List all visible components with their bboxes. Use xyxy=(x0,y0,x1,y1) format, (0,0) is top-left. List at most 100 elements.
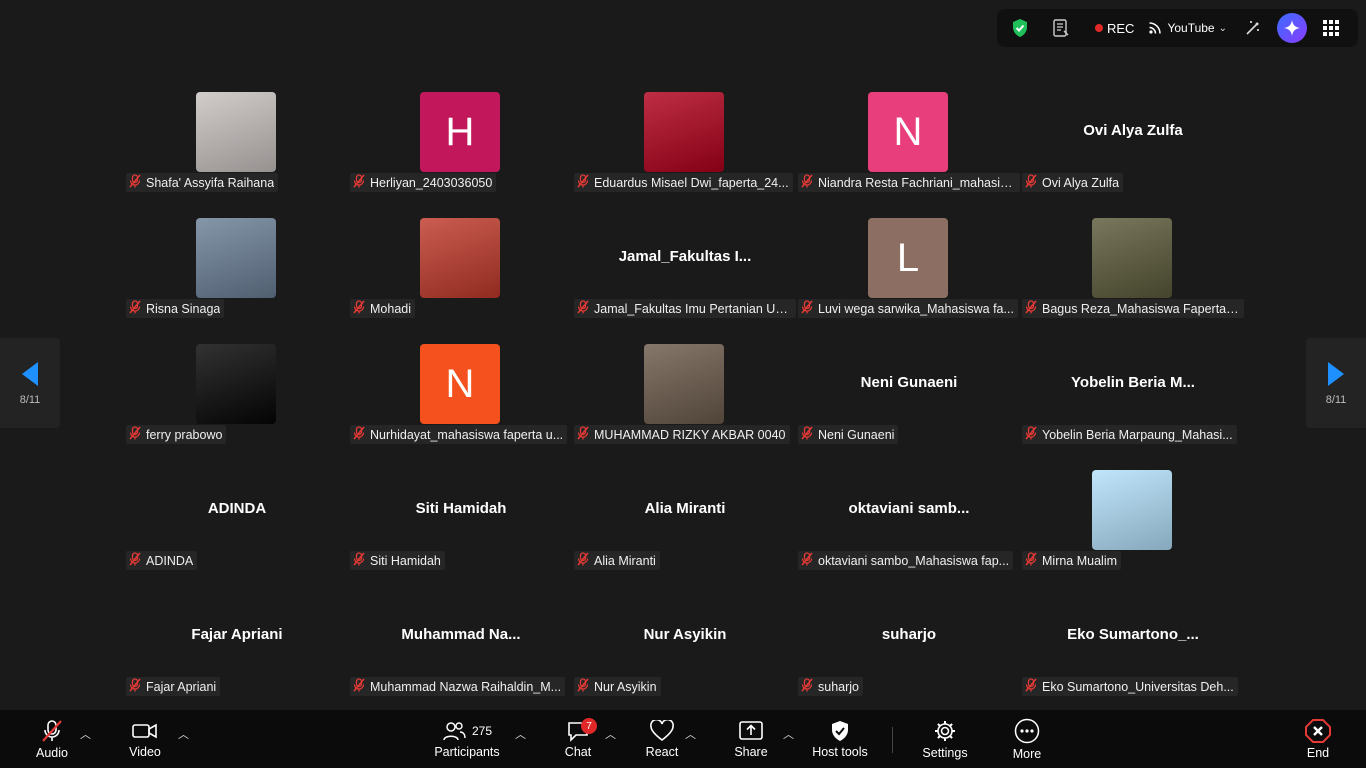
participant-tile[interactable]: Mohadi xyxy=(350,218,572,338)
participant-tile[interactable]: Alia Miranti Alia Miranti xyxy=(574,470,796,590)
participant-name-tag: Yobelin Beria Marpaung_Mahasi... xyxy=(1022,425,1237,444)
participant-tile[interactable]: N Nurhidayat_mahasiswa faperta u... xyxy=(350,344,572,464)
gear-icon xyxy=(935,720,955,741)
participant-name: Herliyan_2403036050 xyxy=(370,175,493,190)
participant-video-thumbnail xyxy=(196,92,276,172)
participant-tile[interactable]: L Luvi wega sarwika_Mahasiswa fa... xyxy=(798,218,1020,338)
end-meeting-button[interactable]: End xyxy=(1300,710,1336,768)
more-label: More xyxy=(1012,746,1042,761)
participant-tile[interactable]: oktaviani samb... oktaviani sambo_Mahasis… xyxy=(798,470,1020,590)
page-indicator: 8/11 xyxy=(19,394,41,406)
participant-tile[interactable]: Siti Hamidah Siti Hamidah xyxy=(350,470,572,590)
participant-name-tag: Eduardus Misael Dwi_faperta_24... xyxy=(574,173,793,192)
participant-video-thumbnail xyxy=(196,344,276,424)
participant-display-name: Ovi Alya Zulfa xyxy=(1083,122,1183,139)
settings-button[interactable]: Settings xyxy=(918,710,972,768)
participants-label: Participants xyxy=(434,744,500,759)
magic-wand-icon[interactable] xyxy=(1241,9,1265,47)
audio-button[interactable]: Audio xyxy=(30,710,74,768)
participant-name: Bagus Reza_Mahasiswa Faperta ... xyxy=(1042,301,1240,316)
participant-display-name: suharjo xyxy=(881,626,937,643)
participant-name: Mirna Mualim xyxy=(1042,553,1118,568)
participant-tile[interactable]: Ovi Alya Zulfa Ovi Alya Zulfa xyxy=(1022,92,1244,212)
participants-button[interactable]: 275 Participants xyxy=(432,710,502,768)
record-dot-icon xyxy=(1095,24,1103,32)
video-camera-icon xyxy=(132,723,157,738)
previous-page-button[interactable]: 8/11 xyxy=(0,338,60,428)
participant-name: Yobelin Beria Marpaung_Mahasi... xyxy=(1042,427,1233,442)
participant-tile[interactable]: Eko Sumartono_... Eko Sumartono_Universit… xyxy=(1022,596,1244,716)
end-call-icon xyxy=(1305,718,1331,743)
participant-tile[interactable]: Nur Asyikin Nur Asyikin xyxy=(574,596,796,716)
participant-display-name: ADINDA xyxy=(207,500,267,517)
share-button[interactable]: Share xyxy=(733,710,769,768)
participant-tile[interactable]: Yobelin Beria M... Yobelin Beria Marpaung… xyxy=(1022,344,1244,464)
chat-unread-badge: 7 xyxy=(581,718,597,734)
react-button[interactable]: React xyxy=(644,710,680,768)
participants-options-caret-icon[interactable]: ︿ xyxy=(515,726,526,742)
chevron-down-icon: ⌄ xyxy=(1218,22,1227,34)
share-options-caret-icon[interactable]: ︿ xyxy=(783,726,794,742)
broadcast-icon xyxy=(1149,22,1162,34)
participant-tile[interactable]: MUHAMMAD RIZKY AKBAR 0040 xyxy=(574,344,796,464)
participant-display-name: Alia Miranti xyxy=(644,500,726,517)
participant-name-tag: Shafa' Assyifa Raihana xyxy=(126,173,279,192)
next-page-button[interactable]: 8/11 xyxy=(1306,338,1366,428)
share-label: Share xyxy=(734,744,768,759)
participant-display-name: Nur Asyikin xyxy=(643,626,727,643)
microphone-muted-icon xyxy=(577,426,589,443)
host-tools-button[interactable]: Host tools xyxy=(810,710,870,768)
participant-tile[interactable]: Neni Gunaeni Neni Gunaeni xyxy=(798,344,1020,464)
participant-name-tag: ferry prabowo xyxy=(126,425,227,444)
livestream-youtube-button[interactable]: YouTube ⌄ xyxy=(1148,9,1227,47)
notes-icon[interactable] xyxy=(1049,9,1073,47)
video-button[interactable]: Video xyxy=(124,710,166,768)
participant-video-thumbnail xyxy=(1092,218,1172,298)
meeting-controls-bar: Audio ︿ Video ︿ 275 Participants ︿ Chat … xyxy=(0,710,1366,768)
microphone-muted-icon xyxy=(577,678,589,695)
participant-tile[interactable]: ferry prabowo xyxy=(126,344,348,464)
participant-tile[interactable]: H Herliyan_2403036050 xyxy=(350,92,572,212)
microphone-muted-icon xyxy=(801,426,813,443)
apps-grid-icon[interactable] xyxy=(1319,9,1343,47)
participant-tile[interactable]: Mirna Mualim xyxy=(1022,470,1244,590)
participant-name-tag: Nur Asyikin xyxy=(574,677,661,696)
participant-initial-avatar: L xyxy=(868,218,948,298)
participant-tile[interactable]: Bagus Reza_Mahasiswa Faperta ... xyxy=(1022,218,1244,338)
react-options-caret-icon[interactable]: ︿ xyxy=(685,726,696,742)
audio-options-caret-icon[interactable]: ︿ xyxy=(80,726,91,742)
microphone-muted-icon xyxy=(353,426,365,443)
chat-options-caret-icon[interactable]: ︿ xyxy=(605,726,616,742)
participant-tile[interactable]: suharjo suharjo xyxy=(798,596,1020,716)
participant-name-tag: Muhammad Nazwa Raihaldin_M... xyxy=(350,677,566,696)
participant-tile[interactable]: Shafa' Assyifa Raihana xyxy=(126,92,348,212)
share-screen-icon xyxy=(739,720,763,740)
page-indicator: 8/11 xyxy=(1325,394,1347,406)
microphone-muted-icon xyxy=(129,552,141,569)
participant-name-tag: Mohadi xyxy=(350,299,415,318)
participant-name: Siti Hamidah xyxy=(370,553,441,568)
more-button[interactable]: More xyxy=(1008,710,1046,768)
recording-indicator[interactable]: REC xyxy=(1095,9,1134,47)
host-shield-icon xyxy=(832,720,848,741)
microphone-muted-icon xyxy=(1025,426,1037,443)
participant-tile[interactable]: Risna Sinaga xyxy=(126,218,348,338)
microphone-muted-icon xyxy=(577,300,589,317)
more-dots-icon xyxy=(1014,718,1040,743)
security-shield-icon[interactable] xyxy=(1008,9,1032,47)
participant-tile[interactable]: Fajar Apriani Fajar Apriani xyxy=(126,596,348,716)
participant-tile[interactable]: Eduardus Misael Dwi_faperta_24... xyxy=(574,92,796,212)
participant-name-tag: Mirna Mualim xyxy=(1022,551,1122,570)
participant-tile[interactable]: ADINDA ADINDA xyxy=(126,470,348,590)
microphone-muted-icon xyxy=(1025,552,1037,569)
microphone-muted-icon xyxy=(353,300,365,317)
participant-name-tag: Jamal_Fakultas Imu Pertanian Un... xyxy=(574,299,796,318)
microphone-muted-icon xyxy=(129,174,141,191)
participant-tile[interactable]: N Niandra Resta Fachriani_mahasis... xyxy=(798,92,1020,212)
participant-video-thumbnail xyxy=(1092,470,1172,550)
ai-companion-icon[interactable] xyxy=(1277,13,1307,43)
participant-tile[interactable]: Muhammad Na... Muhammad Nazwa Raihaldin_M… xyxy=(350,596,572,716)
participant-tile[interactable]: Jamal_Fakultas I... Jamal_Fakultas Imu Pe… xyxy=(574,218,796,338)
video-options-caret-icon[interactable]: ︿ xyxy=(178,726,189,742)
participant-display-name: Fajar Apriani xyxy=(191,626,283,643)
